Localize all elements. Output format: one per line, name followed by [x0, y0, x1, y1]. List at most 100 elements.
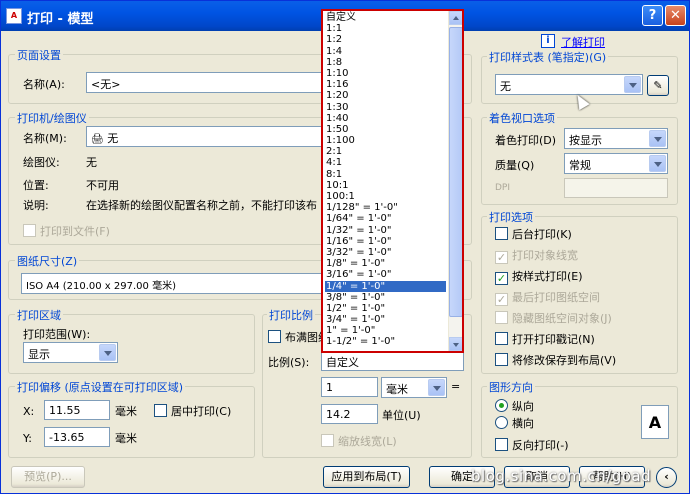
dpi-label: DPI [495, 183, 511, 193]
dropdown-scrollbar[interactable] [448, 11, 462, 351]
offset-y-label: Y: [23, 432, 32, 445]
scale-select[interactable]: 自定义 [321, 350, 464, 371]
scroll-down-arrow-icon[interactable] [449, 337, 462, 351]
expand-collapse-button[interactable]: ‹ [656, 467, 677, 488]
location-value: 不可用 [86, 179, 119, 192]
landscape-radio[interactable]: 横向 [495, 415, 534, 431]
scale-dropdown-list[interactable]: 自定义 1:1 1:2 1:4 1:8 1:10 1:16 1:20 1:30 1:40 1:50 1… [321, 9, 464, 353]
printer-name-label: 名称(M): [23, 132, 67, 145]
quality-value: 常规 [569, 159, 591, 172]
scale-lineweights-checkbox[interactable]: 缩放线宽(L) [321, 433, 397, 449]
plot-option-box [495, 332, 508, 345]
offset-y-input[interactable]: -13.65 [44, 427, 110, 447]
apply-to-layout-button[interactable]: 应用到布局(T) [323, 466, 410, 488]
page-setup-name-select[interactable]: <无> [86, 72, 322, 93]
scale-option[interactable]: 自定义 [325, 12, 446, 23]
quality-select[interactable]: 常规 [564, 153, 668, 174]
scale-option[interactable]: 1/8" = 1'-0" [325, 258, 446, 269]
scale-option[interactable]: 1:1 [325, 23, 446, 34]
scale-unit-value: 毫米 [386, 383, 408, 396]
plot-option-checkbox[interactable]: ✓ 最后打印图纸空间 [495, 289, 600, 306]
scroll-thumb[interactable] [449, 27, 462, 317]
learn-printing-link[interactable]: 了解打印 [561, 34, 605, 50]
printer-name-select[interactable]: 🖨 无 [86, 126, 322, 147]
center-plot-checkbox[interactable]: 居中打印(C) [154, 403, 231, 419]
scale-option[interactable]: 3/32" = 1'-0" [325, 247, 446, 258]
scale-unit-arrow-icon [428, 379, 445, 396]
upside-down-label: 反向打印(-) [512, 439, 569, 452]
center-plot-box [154, 404, 167, 417]
scale-option[interactable]: 3/16" = 1'-0" [325, 269, 446, 280]
scale-option[interactable]: 1:10 [325, 68, 446, 79]
print-dialog: A 打印 - 模型 ? ✕ 页面设置 名称(A): <无> 打印机/绘图仪 名称… [0, 0, 690, 494]
scale-option[interactable]: 10:1 [325, 180, 446, 191]
scale-option[interactable]: 1:40 [325, 113, 446, 124]
scale-unit-select[interactable]: 毫米 [381, 377, 447, 398]
scale-denominator-input[interactable]: 14.2 [321, 404, 378, 424]
scale-option[interactable]: 1:8 [325, 57, 446, 68]
scale-option[interactable]: 1:4 [325, 46, 446, 57]
scale-option[interactable]: 3/4" = 1'-0" [325, 314, 446, 325]
scale-option[interactable]: 1/16" = 1'-0" [325, 236, 446, 247]
plot-option-checkbox[interactable]: 将修改保存到布局(V) [495, 352, 616, 368]
edit-pencil-icon: ✎ [653, 79, 663, 92]
scale-option[interactable]: 1/64" = 1'-0" [325, 213, 446, 224]
portrait-label: 纵向 [512, 400, 534, 413]
print-offset-group [8, 386, 255, 458]
scale-value: 自定义 [326, 356, 359, 369]
scale-option[interactable]: 1/4" = 1'-0" [325, 280, 446, 292]
scale-option[interactable]: 1:50 [325, 124, 446, 135]
quality-label: 质量(Q) [495, 159, 535, 172]
paper-size-label: 图纸尺寸(Z) [15, 253, 80, 269]
upside-down-box [495, 438, 508, 451]
offset-x-input[interactable]: 11.55 [44, 400, 110, 420]
portrait-radio[interactable]: 纵向 [495, 398, 534, 414]
plot-option-checkbox[interactable]: 后台打印(K) [495, 226, 572, 242]
plot-option-checkbox[interactable]: 隐藏图纸空间对象(J) [495, 310, 612, 326]
close-button[interactable]: ✕ [665, 5, 686, 26]
print-to-file-checkbox[interactable]: 打印到文件(F) [23, 223, 110, 239]
scroll-up-arrow-icon[interactable] [449, 11, 462, 25]
print-range-arrow-icon [99, 344, 116, 361]
scale-option[interactable]: 2:1 [325, 146, 446, 157]
scale-option[interactable]: 1-1/2" = 1'-0" [325, 336, 446, 347]
plot-option-box [495, 353, 508, 366]
dpi-input[interactable] [564, 178, 668, 198]
plot-option-checkbox[interactable]: ✓ 按样式打印(E) [495, 268, 583, 285]
edit-plot-style-button[interactable]: ✎ [647, 75, 669, 96]
scale-option[interactable]: 100:1 [325, 191, 446, 202]
scale-option[interactable]: 1:16 [325, 79, 446, 90]
offset-y-value: -13.65 [49, 431, 85, 444]
scale-option[interactable]: 1/128" = 1'-0" [325, 202, 446, 213]
equals-sign: = [451, 380, 461, 393]
scale-numerator-input[interactable]: 1 [321, 377, 378, 397]
plot-style-select[interactable]: 无 [495, 74, 643, 95]
scale-option[interactable]: 1:30 [325, 102, 446, 113]
preview-button[interactable]: 预览(P)... [11, 466, 85, 488]
plot-option-box: ✓ [495, 251, 508, 264]
fit-to-paper-checkbox[interactable]: 布满图纸 [268, 329, 329, 345]
title-help-button[interactable]: ? [642, 5, 663, 26]
scale-option[interactable]: 1:20 [325, 90, 446, 101]
paper-size-value: ISO A4 (210.00 x 297.00 毫米) [26, 281, 176, 292]
plot-option-label: 按样式打印(E) [512, 270, 583, 283]
scale-lineweights-label: 缩放线宽(L) [338, 435, 397, 448]
print-to-file-box [23, 224, 36, 237]
plot-option-checkbox[interactable]: ✓ 打印对象线宽 [495, 247, 578, 264]
shade-plot-select[interactable]: 按显示 [564, 128, 668, 149]
plot-option-box [495, 227, 508, 240]
scale-option[interactable]: 8:1 [325, 169, 446, 180]
plot-option-checkbox[interactable]: 打开打印戳记(N) [495, 331, 595, 347]
scale-option[interactable]: 1:2 [325, 34, 446, 45]
scale-option[interactable]: 3/8" = 1'-0" [325, 292, 446, 303]
plot-option-box: ✓ [495, 293, 508, 306]
upside-down-checkbox[interactable]: 反向打印(-) [495, 437, 569, 453]
scale-option[interactable]: 1/32" = 1'-0" [325, 225, 446, 236]
print-range-select[interactable]: 显示 [23, 342, 118, 363]
scale-option[interactable]: 1/2" = 1'-0" [325, 303, 446, 314]
scale-option[interactable]: 4:1 [325, 157, 446, 168]
scale-option[interactable]: 1:100 [325, 135, 446, 146]
print-range-label: 打印范围(W): [23, 328, 91, 341]
scale-option[interactable]: 1" = 1'-0" [325, 325, 446, 336]
paper-size-select[interactable]: ISO A4 (210.00 x 297.00 毫米) [21, 273, 322, 294]
